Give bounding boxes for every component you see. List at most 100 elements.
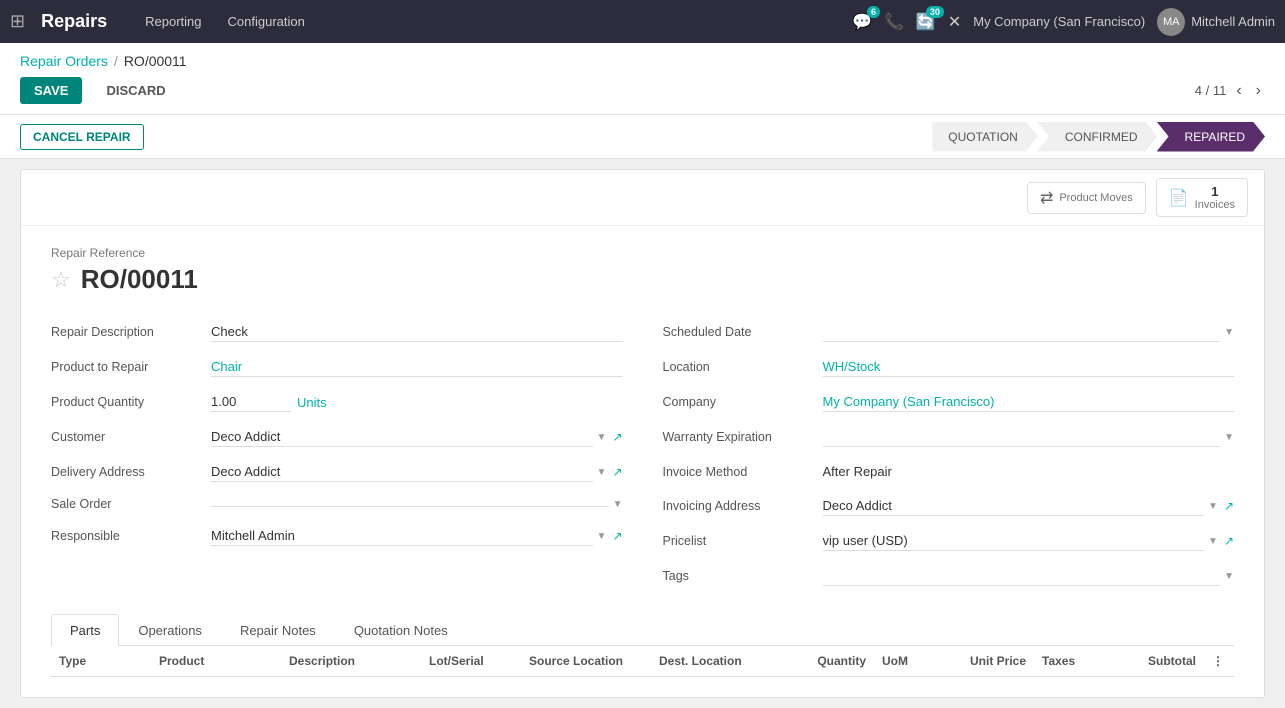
product-moves-icon: ⇄ xyxy=(1040,188,1053,208)
customer-row: Customer Deco Addict ▼ ↗ xyxy=(51,420,623,455)
scheduled-date-label: Scheduled Date xyxy=(663,325,823,339)
responsible-field: Mitchell Admin ▼ ↗ xyxy=(211,526,623,546)
invoices-count: 1 xyxy=(1211,184,1218,199)
company-value[interactable]: My Company (San Francisco) xyxy=(823,392,1235,412)
breadcrumb-action-bar: Repair Orders / RO/00011 SAVE DISCARD 4 … xyxy=(0,43,1285,115)
repair-description-row: Repair Description Check xyxy=(51,315,623,350)
responsible-dropdown-icon[interactable]: ▼ xyxy=(597,531,607,542)
breadcrumb-separator: / xyxy=(114,53,118,69)
responsible-label: Responsible xyxy=(51,529,211,543)
discard-button[interactable]: DISCARD xyxy=(92,77,179,104)
tab-quotation-notes[interactable]: Quotation Notes xyxy=(335,614,467,646)
form-body: Repair Reference ☆ RO/00011 Repair Descr… xyxy=(21,226,1264,697)
delivery-address-value[interactable]: Deco Addict xyxy=(211,462,593,482)
pricelist-external-link-icon[interactable]: ↗ xyxy=(1224,534,1234,548)
stage-confirmed[interactable]: CONFIRMED xyxy=(1037,122,1158,152)
tab-operations[interactable]: Operations xyxy=(119,614,221,646)
cancel-repair-button[interactable]: CANCEL REPAIR xyxy=(20,124,144,150)
tab-repair-notes[interactable]: Repair Notes xyxy=(221,614,335,646)
responsible-external-link-icon[interactable]: ↗ xyxy=(612,529,622,543)
location-value[interactable]: WH/Stock xyxy=(823,357,1235,377)
col-source-location: Source Location xyxy=(521,654,651,668)
form-card: ⇄ Product Moves 📄 1 Invoices Repair Refe… xyxy=(20,169,1265,698)
scheduled-date-dropdown-icon[interactable]: ▼ xyxy=(1224,327,1234,338)
stage-repaired[interactable]: REPAIRED xyxy=(1157,122,1265,152)
invoicing-address-external-link-icon[interactable]: ↗ xyxy=(1224,499,1234,513)
phone-icon[interactable]: 📞 xyxy=(884,12,904,32)
col-uom: UoM xyxy=(874,654,944,668)
main-content: ⇄ Product Moves 📄 1 Invoices Repair Refe… xyxy=(0,159,1285,708)
scheduled-date-value[interactable] xyxy=(823,322,1221,342)
tags-dropdown-icon[interactable]: ▼ xyxy=(1224,571,1234,582)
invoicing-address-value[interactable]: Deco Addict xyxy=(823,496,1205,516)
product-quantity-field: Units xyxy=(211,392,623,412)
top-navigation: ⊞ Repairs Reporting Configuration 💬 6 📞 … xyxy=(0,0,1285,43)
product-to-repair-label: Product to Repair xyxy=(51,360,211,374)
next-page-button[interactable]: › xyxy=(1252,80,1265,102)
configuration-menu[interactable]: Configuration xyxy=(220,10,313,33)
product-quantity-label: Product Quantity xyxy=(51,395,211,409)
col-unit-price: Unit Price xyxy=(944,654,1034,668)
reporting-menu[interactable]: Reporting xyxy=(137,10,209,33)
chat-icon[interactable]: 💬 6 xyxy=(852,12,872,32)
breadcrumb-parent[interactable]: Repair Orders xyxy=(20,53,108,69)
invoices-button[interactable]: 📄 1 Invoices xyxy=(1156,178,1248,217)
tags-value[interactable] xyxy=(823,566,1221,586)
product-moves-button[interactable]: ⇄ Product Moves xyxy=(1027,182,1146,214)
location-row: Location WH/Stock xyxy=(663,350,1235,385)
tags-field: ▼ xyxy=(823,566,1235,586)
right-fields: Scheduled Date ▼ Location WH/Stock Compa… xyxy=(663,315,1235,594)
product-quantity-input[interactable] xyxy=(211,392,291,412)
delivery-external-link-icon[interactable]: ↗ xyxy=(612,465,622,479)
warranty-expiration-value[interactable] xyxy=(823,427,1221,447)
product-quantity-row: Product Quantity Units xyxy=(51,385,623,420)
grid-icon[interactable]: ⊞ xyxy=(10,11,25,32)
warranty-expiration-row: Warranty Expiration ▼ xyxy=(663,420,1235,455)
company-label: Company xyxy=(663,395,823,409)
invoicing-address-field: Deco Addict ▼ ↗ xyxy=(823,496,1235,516)
user-avatar: MA xyxy=(1157,8,1185,36)
col-product: Product xyxy=(151,654,281,668)
scheduled-date-field: ▼ xyxy=(823,322,1235,342)
product-moves-label: Product Moves xyxy=(1059,192,1132,204)
col-lot: Lot/Serial xyxy=(421,654,521,668)
invoice-method-value: After Repair xyxy=(823,462,1235,481)
repair-description-value[interactable]: Check xyxy=(211,322,623,342)
col-taxes: Taxes xyxy=(1034,654,1114,668)
responsible-value[interactable]: Mitchell Admin xyxy=(211,526,593,546)
pricelist-label: Pricelist xyxy=(663,534,823,548)
user-name: Mitchell Admin xyxy=(1191,14,1275,29)
pagination: 4 / 11 ‹ › xyxy=(1195,80,1265,102)
close-icon[interactable]: ✕ xyxy=(948,12,961,32)
repair-reference-number: RO/00011 xyxy=(81,264,198,295)
invoicing-address-dropdown-icon[interactable]: ▼ xyxy=(1208,501,1218,512)
sale-order-dropdown-icon[interactable]: ▼ xyxy=(613,499,623,510)
col-description: Description xyxy=(281,654,421,668)
invoicing-address-label: Invoicing Address xyxy=(663,499,823,513)
stage-quotation[interactable]: QUOTATION xyxy=(932,122,1038,152)
warranty-dropdown-icon[interactable]: ▼ xyxy=(1224,432,1234,443)
customer-dropdown-icon[interactable]: ▼ xyxy=(597,432,607,443)
tab-parts[interactable]: Parts xyxy=(51,614,119,646)
quantity-unit: Units xyxy=(297,395,327,410)
invoices-label: Invoices xyxy=(1195,199,1235,211)
scheduled-date-row: Scheduled Date ▼ xyxy=(663,315,1235,350)
pricelist-dropdown-icon[interactable]: ▼ xyxy=(1208,536,1218,547)
sale-order-value[interactable] xyxy=(211,502,609,507)
breadcrumb: Repair Orders / RO/00011 xyxy=(20,53,1265,69)
refresh-badge: 30 xyxy=(926,6,944,18)
location-label: Location xyxy=(663,360,823,374)
sale-order-field: ▼ xyxy=(211,499,623,510)
refresh-icon[interactable]: 🔄 30 xyxy=(916,12,936,32)
prev-page-button[interactable]: ‹ xyxy=(1232,80,1245,102)
user-menu[interactable]: MA Mitchell Admin xyxy=(1157,8,1275,36)
customer-value[interactable]: Deco Addict xyxy=(211,427,593,447)
pricelist-value[interactable]: vip user (USD) xyxy=(823,531,1205,551)
save-button[interactable]: SAVE xyxy=(20,77,82,104)
product-to-repair-value[interactable]: Chair xyxy=(211,357,623,377)
favorite-star-icon[interactable]: ☆ xyxy=(51,267,71,293)
parts-table-header: Type Product Description Lot/Serial Sour… xyxy=(51,646,1234,677)
delivery-address-label: Delivery Address xyxy=(51,465,211,479)
delivery-dropdown-icon[interactable]: ▼ xyxy=(597,467,607,478)
customer-external-link-icon[interactable]: ↗ xyxy=(612,430,622,444)
